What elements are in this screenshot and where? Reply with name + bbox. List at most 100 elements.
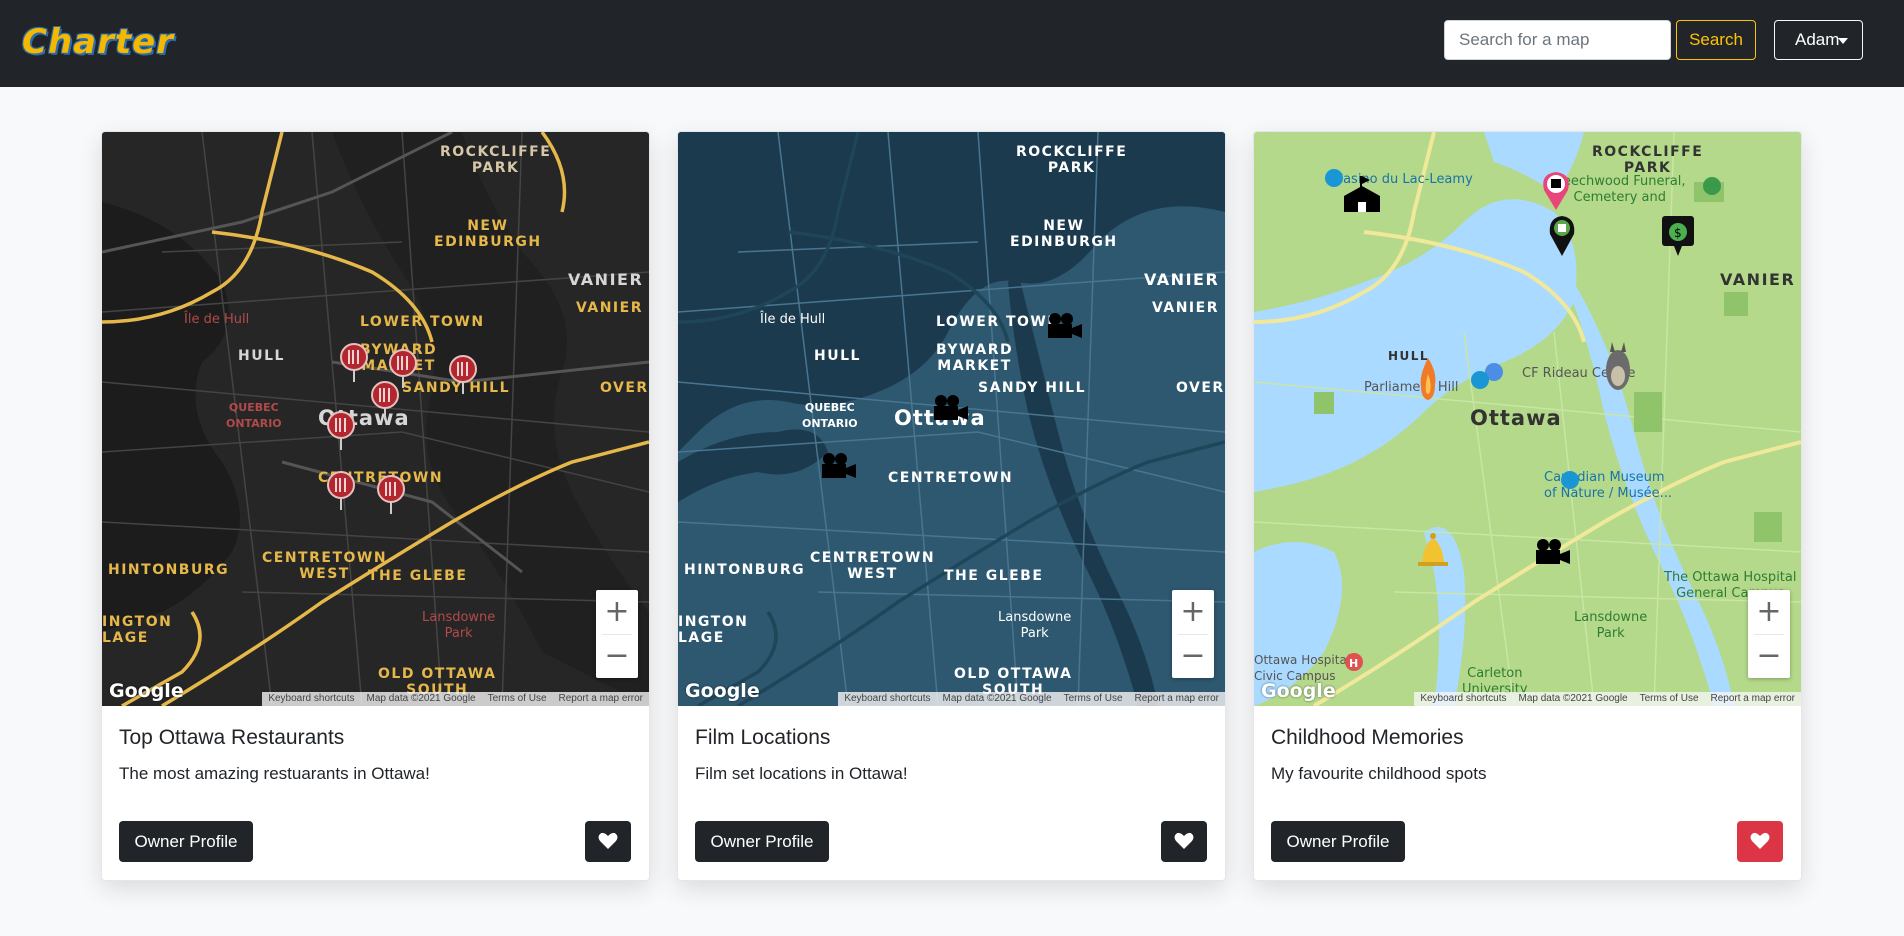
landmark-poi-icon — [1471, 371, 1489, 389]
map-label-ington: INGTON LAGE — [102, 614, 173, 646]
movie-camera-icon[interactable] — [932, 394, 970, 424]
zoom-out-button[interactable]: − — [1748, 634, 1790, 678]
map-data-text: Map data ©2021 Google — [366, 693, 476, 704]
map-label-rockcliffe: ROCKCLIFFE PARK — [440, 144, 552, 176]
zoom-in-button[interactable]: + — [1172, 590, 1214, 634]
map-label-lansdowne: Lansdowne Park — [422, 610, 496, 641]
report-error-link[interactable]: Report a map error — [1129, 692, 1225, 706]
card-title: Childhood Memories — [1271, 726, 1464, 749]
keyboard-shortcuts-link[interactable]: Keyboard shortcuts — [262, 692, 360, 706]
heart-icon — [598, 832, 618, 849]
map-label-overb: OVERB — [600, 380, 649, 396]
search-input[interactable] — [1444, 20, 1671, 60]
zoom-out-button[interactable]: − — [596, 634, 638, 678]
google-logo: Google — [1261, 680, 1336, 702]
heart-icon — [1174, 832, 1194, 849]
terms-link[interactable]: Terms of Use — [1058, 692, 1129, 706]
card-description: Film set locations in Ottawa! — [695, 764, 908, 783]
brand-logo[interactable]: Charter — [22, 22, 174, 62]
map-label-lower-town: LOWER TOWN — [360, 314, 485, 330]
heart-icon — [1750, 832, 1770, 849]
bell-icon[interactable] — [1416, 532, 1450, 570]
map-label-vanier: VANIER — [568, 270, 644, 289]
zoom-control: + − — [596, 590, 638, 678]
map-label-vanier: VANIER — [1144, 270, 1220, 289]
caret-down-icon — [1838, 38, 1848, 44]
creature-icon[interactable] — [1604, 338, 1632, 392]
favourite-button[interactable] — [1737, 821, 1783, 862]
favourite-button[interactable] — [1161, 821, 1207, 862]
fire-icon[interactable] — [1417, 356, 1439, 402]
map-label-overb: OVERB — [1176, 380, 1225, 396]
map-card: ROCKCLIFFE PARK Casino du Lac-Leamy Beech… — [1253, 131, 1802, 881]
map-label-hull: HULL — [238, 348, 285, 364]
map-label-new-edinburgh: NEW EDINBURGH — [434, 218, 542, 250]
hospital-poi-icon: H — [1345, 653, 1363, 671]
money-bag-icon[interactable]: $ — [1660, 214, 1696, 258]
bus-marker-icon[interactable] — [1548, 214, 1576, 258]
zoom-control: + − — [1172, 590, 1214, 678]
search-button[interactable]: Search — [1676, 20, 1756, 60]
navbar: Charter Search Adam — [0, 0, 1904, 87]
museum-poi-icon — [1561, 471, 1579, 489]
terms-link[interactable]: Terms of Use — [1634, 692, 1705, 706]
map-view[interactable]: ROCKCLIFFE PARK Casino du Lac-Leamy Beech… — [1254, 132, 1801, 706]
map-label-parliament: Parliament Hill — [1364, 380, 1459, 395]
restaurant-pin-icon[interactable] — [326, 470, 356, 514]
map-label-quebec-ontario: QUEBEC ONTARIO — [802, 401, 858, 430]
google-logo: Google — [685, 680, 760, 702]
report-error-link[interactable]: Report a map error — [1705, 692, 1801, 706]
map-label-ile-de-hull: Île de Hull — [184, 312, 250, 327]
map-label-centretown: CENTRETOWN — [888, 470, 1014, 486]
svg-text:$: $ — [1674, 226, 1682, 240]
restaurant-pin-icon[interactable] — [339, 342, 369, 386]
map-label-lansdowne: Lansdowne Park — [1574, 610, 1648, 641]
restaurant-pin-icon[interactable] — [326, 410, 356, 454]
school-icon[interactable] — [1340, 174, 1384, 214]
map-view[interactable]: ROCKCLIFFE PARK NEW EDINBURGH VANIER VANIE… — [102, 132, 649, 706]
favourite-button[interactable] — [585, 821, 631, 862]
zoom-in-button[interactable]: + — [1748, 590, 1790, 634]
map-label-the-glebe: THE GLEBE — [944, 568, 1044, 584]
movie-camera-icon[interactable] — [820, 452, 858, 482]
casino-poi-icon — [1325, 169, 1343, 187]
card-description: The most amazing restuarants in Ottawa! — [119, 764, 430, 783]
bus-pin-icon[interactable] — [1540, 168, 1572, 212]
map-label-ile-de-hull: Île de Hull — [760, 312, 826, 327]
map-attribution: Keyboard shortcuts Map data ©2021 Google… — [838, 692, 1225, 706]
map-label-new-edinburgh: NEW EDINBURGH — [1010, 218, 1118, 250]
owner-profile-button[interactable]: Owner Profile — [119, 821, 253, 862]
map-label-lower-town: LOWER TOWN — [936, 314, 1061, 330]
map-label-centretown-west: CENTRETOWN WEST — [810, 550, 936, 582]
card-title: Top Ottawa Restaurants — [119, 726, 345, 749]
restaurant-pin-icon[interactable] — [370, 380, 400, 424]
owner-profile-button[interactable]: Owner Profile — [695, 821, 829, 862]
map-label-lansdowne: Lansdowne Park — [998, 610, 1072, 641]
map-label-beechwood: Beechwood Funeral, Cemetery and — [1554, 174, 1686, 205]
zoom-control: + − — [1748, 590, 1790, 678]
keyboard-shortcuts-link[interactable]: Keyboard shortcuts — [838, 692, 936, 706]
map-label-quebec-ontario: QUEBEC ONTARIO — [226, 401, 282, 430]
map-data-text: Map data ©2021 Google — [942, 693, 1052, 704]
restaurant-pin-icon[interactable] — [448, 354, 478, 398]
zoom-out-button[interactable]: − — [1172, 634, 1214, 678]
zoom-in-button[interactable]: + — [596, 590, 638, 634]
movie-camera-icon[interactable] — [1534, 538, 1572, 568]
google-logo: Google — [109, 680, 184, 702]
terms-link[interactable]: Terms of Use — [482, 692, 553, 706]
map-view[interactable]: ROCKCLIFFE PARK NEW EDINBURGH VANIER VANIE… — [678, 132, 1225, 706]
restaurant-pin-icon[interactable] — [376, 474, 406, 518]
map-label-vanier-s: VANIER S — [576, 300, 649, 316]
map-label-hull: HULL — [814, 348, 861, 364]
cemetery-poi-icon — [1703, 177, 1721, 195]
movie-camera-icon[interactable] — [1046, 312, 1084, 342]
svg-text:H: H — [1349, 657, 1358, 670]
keyboard-shortcuts-link[interactable]: Keyboard shortcuts — [1414, 692, 1512, 706]
map-label-vanier: VANIER — [1720, 270, 1796, 289]
report-error-link[interactable]: Report a map error — [553, 692, 649, 706]
map-card: ROCKCLIFFE PARK NEW EDINBURGH VANIER VANIE… — [677, 131, 1226, 881]
map-label-vanier-s: VANIER S — [1152, 300, 1225, 316]
owner-profile-button[interactable]: Owner Profile — [1271, 821, 1405, 862]
card-description: My favourite childhood spots — [1271, 764, 1487, 783]
user-menu-dropdown[interactable]: Adam — [1774, 20, 1863, 60]
